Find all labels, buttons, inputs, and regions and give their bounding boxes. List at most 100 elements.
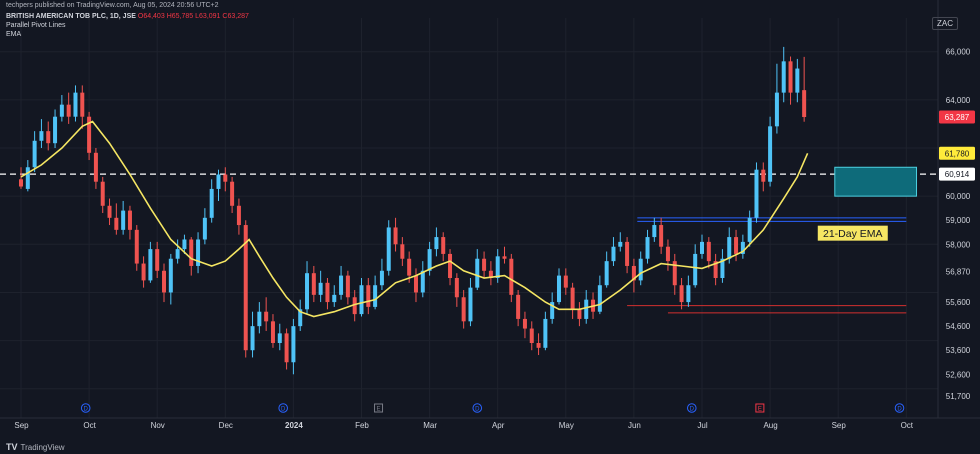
ohlc-l-value: 63,091 (199, 13, 221, 20)
candle-body (679, 285, 684, 303)
event-marker: E (374, 403, 384, 413)
candle-body (597, 285, 602, 312)
dividend-marker-letter: D (690, 406, 695, 412)
x-tick-label: Jun (628, 421, 641, 430)
candle-body (134, 229, 139, 264)
candle-body (216, 174, 221, 189)
y-tick-label: 66,000 (946, 48, 971, 57)
price-chart[interactable]: 21-Day EMA 66,000 64,000 60,000 59,000 58,000… (0, 0, 980, 454)
candle-body (25, 167, 30, 189)
x-tick-label: Dec (219, 421, 233, 430)
candle-body (202, 217, 207, 240)
candle-body (795, 68, 800, 93)
event-marker: D (686, 403, 697, 413)
y-tick-label: 54,600 (946, 322, 971, 331)
event-marker: E (755, 403, 765, 413)
candle-body (155, 249, 160, 271)
ohlc-c-value: 63,287 (227, 13, 249, 20)
candle-body (32, 140, 37, 168)
candle-body (284, 333, 289, 363)
candle-body (100, 181, 105, 206)
currency-badge[interactable]: ZAC (932, 17, 958, 30)
ema-annotation: 21-Day EMA (817, 225, 888, 241)
event-marker: D (80, 403, 91, 413)
candle-body (53, 116, 58, 144)
candle-body (189, 239, 194, 266)
candle-body (121, 210, 126, 230)
last-price-tag: 63,287 (939, 110, 975, 124)
x-tick-label: Mar (423, 421, 437, 430)
candle-body (277, 333, 282, 343)
ema-price-tag: 61,780 (939, 146, 975, 160)
candle-body (543, 318, 548, 348)
candle-body (250, 326, 255, 351)
y-tick-label: 59,000 (946, 216, 971, 225)
candle-body (339, 275, 344, 295)
candle-body (420, 270, 425, 293)
level-price-tag: 60,914 (939, 167, 975, 181)
candle-body (80, 92, 85, 117)
candle-body (393, 227, 398, 245)
dividend-marker-letter: D (281, 406, 286, 412)
dividend-marker-letter: D (84, 406, 89, 412)
candle-body (734, 237, 739, 254)
candle-body (625, 241, 630, 266)
candle-body (305, 273, 310, 310)
candle-body (604, 261, 609, 286)
candle-body (46, 131, 51, 144)
candle-body (570, 287, 575, 310)
candle-body (379, 270, 384, 286)
candle-body (556, 275, 561, 303)
candle-body (502, 256, 507, 259)
indicator-pivot-lines[interactable]: Parallel Pivot Lines (6, 21, 249, 30)
ohlc-h-value: 65,785 (171, 13, 194, 20)
y-tick-label: 55,600 (946, 298, 971, 307)
candle-body (366, 285, 371, 307)
candle-body (318, 282, 323, 295)
x-tick-label: 2024 (285, 421, 303, 430)
candle-body (39, 131, 44, 141)
level-price-tag-text: 60,914 (945, 170, 970, 179)
candle-body (291, 326, 296, 363)
x-tick-label: Nov (151, 421, 165, 430)
candle-body (325, 282, 330, 303)
candle-body (93, 152, 98, 182)
candle-body (66, 104, 71, 117)
candle-body (788, 61, 793, 93)
chart-legend: BRITISH AMERICAN TOB PLC, 1D, JSE O64,40… (6, 12, 249, 39)
x-tick-label: Sep (832, 421, 847, 430)
event-marker: D (894, 403, 905, 413)
candle-body (536, 343, 541, 348)
ohlc-o-value: 64,403 (143, 13, 165, 20)
candle-body (427, 249, 432, 271)
candle-body (373, 285, 378, 307)
candle-body (584, 299, 589, 319)
candle-body (386, 227, 391, 271)
earnings-marker-letter: E (758, 406, 762, 412)
candle-body (257, 311, 262, 327)
x-tick-label: Sep (14, 421, 29, 430)
candle-body (659, 225, 664, 247)
candle-body (407, 258, 412, 276)
candle-body (182, 239, 187, 250)
x-tick-label: Apr (492, 421, 505, 430)
candle-body (747, 217, 752, 242)
x-tick-label: Feb (355, 421, 369, 430)
x-tick-label: May (559, 421, 574, 430)
candle-body (706, 241, 711, 262)
dividend-marker-letter: D (897, 406, 902, 412)
candle-body (482, 258, 487, 271)
candle-body (73, 92, 78, 117)
candle-body (107, 205, 112, 218)
candle-body (774, 92, 779, 127)
candle-body (162, 270, 167, 293)
candle-body (700, 241, 704, 254)
candle-body (618, 241, 623, 247)
tradingview-footer[interactable]: TV TradingView (6, 442, 65, 452)
indicator-ema[interactable]: EMA (6, 30, 249, 39)
candle-body (223, 174, 228, 182)
candle-body (727, 237, 732, 259)
candle-body (665, 246, 670, 262)
y-tick-label: 53,600 (946, 346, 971, 355)
event-marker: D (472, 403, 483, 413)
